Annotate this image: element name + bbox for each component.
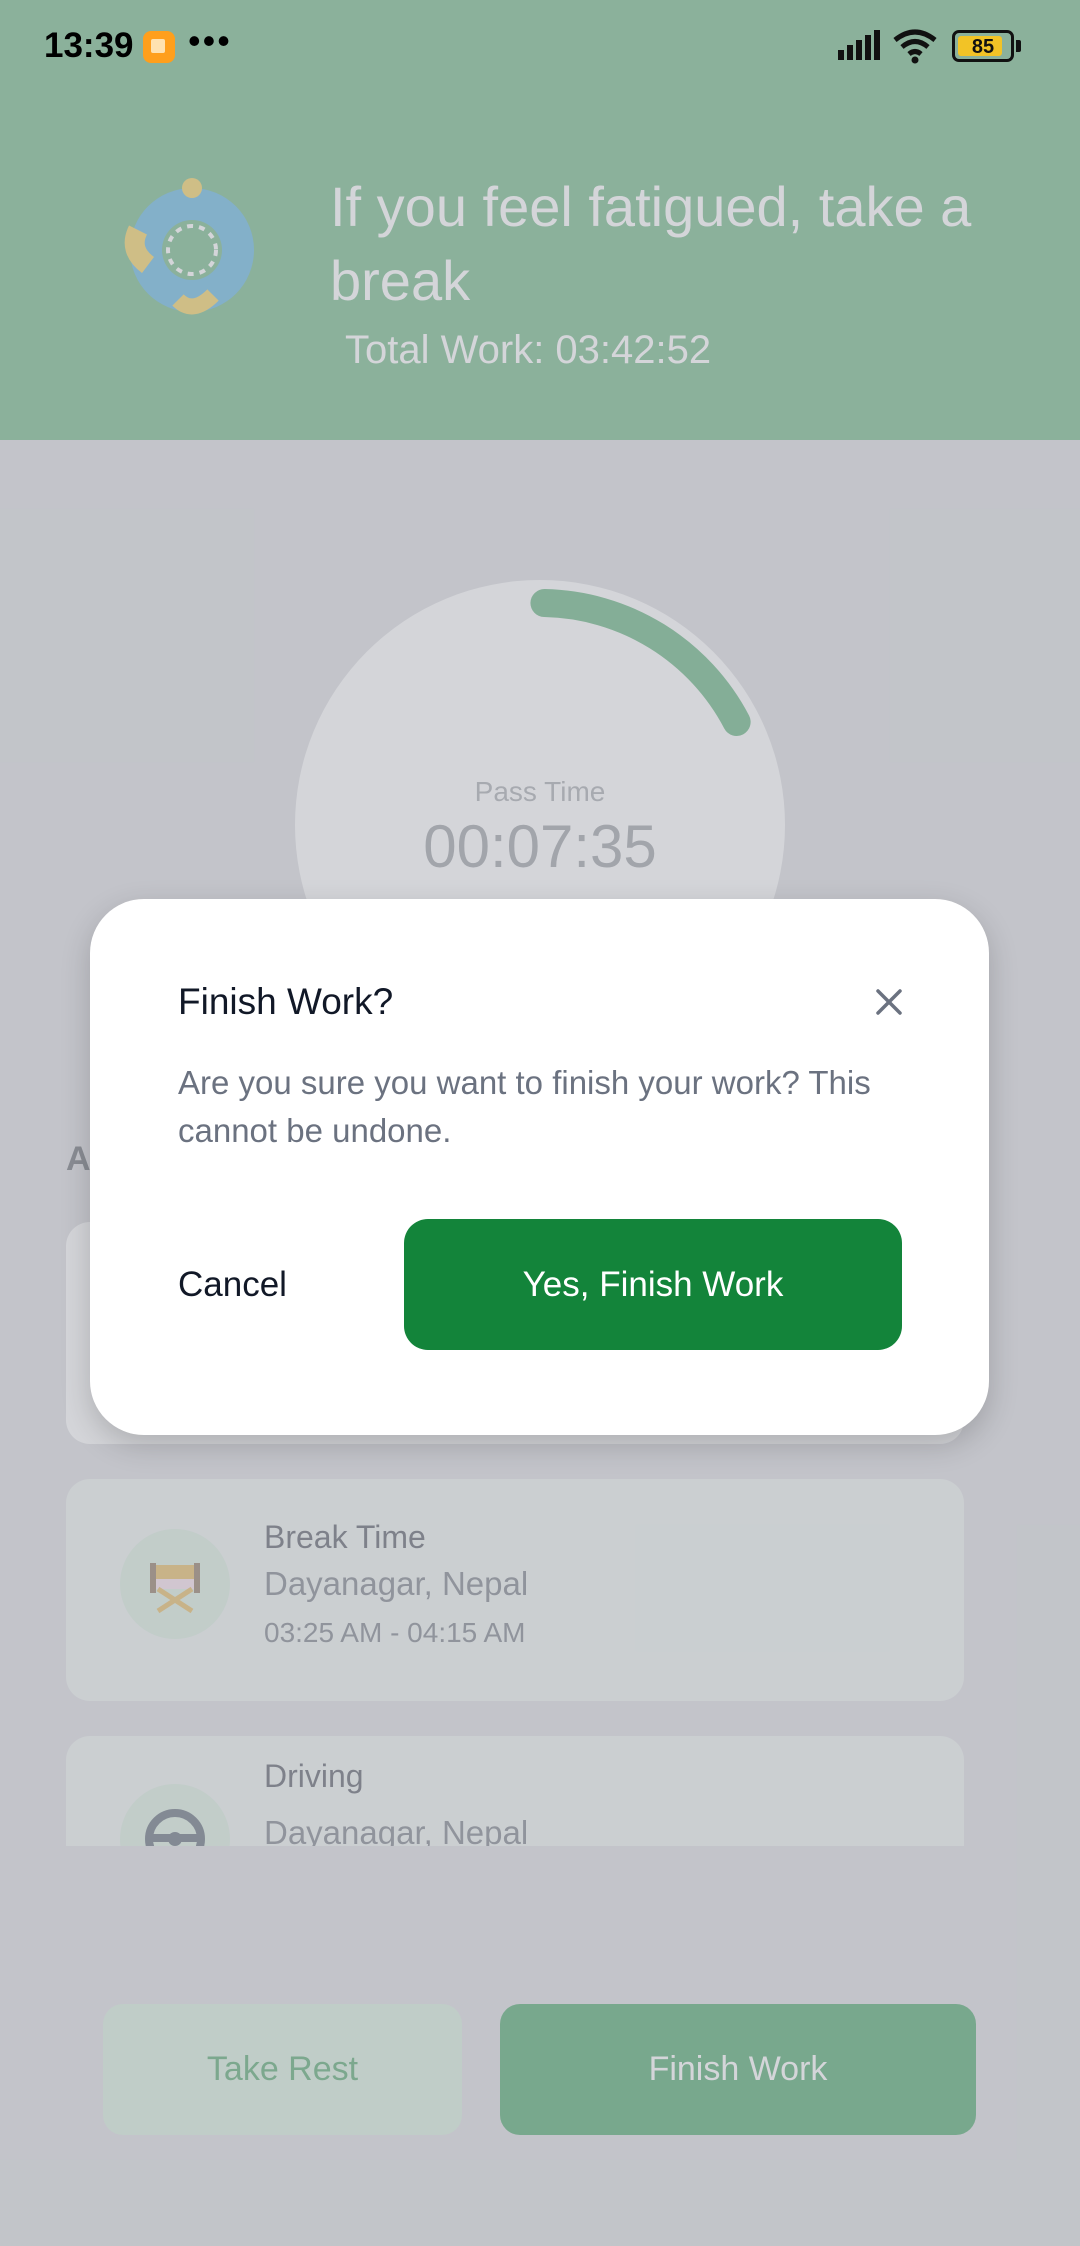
notification-app-icon	[143, 31, 175, 63]
take-rest-button[interactable]: Take Rest	[103, 2004, 462, 2135]
mascot-illustration	[118, 170, 263, 320]
pass-time-value: 00:07:35	[423, 813, 657, 880]
more-notifications-icon: •••	[188, 20, 232, 61]
header-title: If you feel fatigued, take a break	[330, 175, 972, 312]
finish-work-button[interactable]: Finish Work	[500, 2004, 976, 2135]
status-bar: 13:39 ••• 85	[0, 0, 1080, 96]
activity-title: Break Time	[264, 1519, 426, 1555]
activity-time-range: 03:25 AM - 04:15 AM	[264, 1617, 526, 1648]
section-heading: A	[66, 1140, 91, 1178]
cancel-button[interactable]: Cancel	[178, 1265, 287, 1305]
activity-title: Driving	[264, 1758, 364, 1794]
status-time: 13:39	[44, 26, 134, 65]
battery-level: 85	[971, 36, 995, 58]
close-icon[interactable]	[872, 985, 906, 1019]
activity-card-break[interactable]: Break Time Dayanagar, Nepal 03:25 AM - 0…	[66, 1479, 964, 1701]
activity-card-driving[interactable]: Driving Dayanagar, Nepal	[66, 1736, 964, 1846]
activity-location: Dayanagar, Nepal	[264, 1565, 529, 1602]
dialog-title: Finish Work?	[178, 981, 394, 1022]
chair-icon	[120, 1529, 230, 1639]
steering-wheel-icon	[120, 1784, 230, 1846]
total-work-time: Total Work: 03:42:52	[345, 328, 712, 372]
confirm-finish-button[interactable]: Yes, Finish Work	[404, 1219, 902, 1350]
signal-icon	[838, 30, 880, 65]
finish-work-dialog: Finish Work? Are you sure you want to fi…	[90, 899, 989, 1435]
wifi-icon	[892, 28, 938, 69]
battery-icon: 85	[952, 30, 1014, 62]
dialog-message: Are you sure you want to finish your wor…	[178, 1064, 871, 1149]
pass-time-label: Pass Time	[474, 776, 606, 807]
activity-location: Dayanagar, Nepal	[264, 1814, 529, 1846]
